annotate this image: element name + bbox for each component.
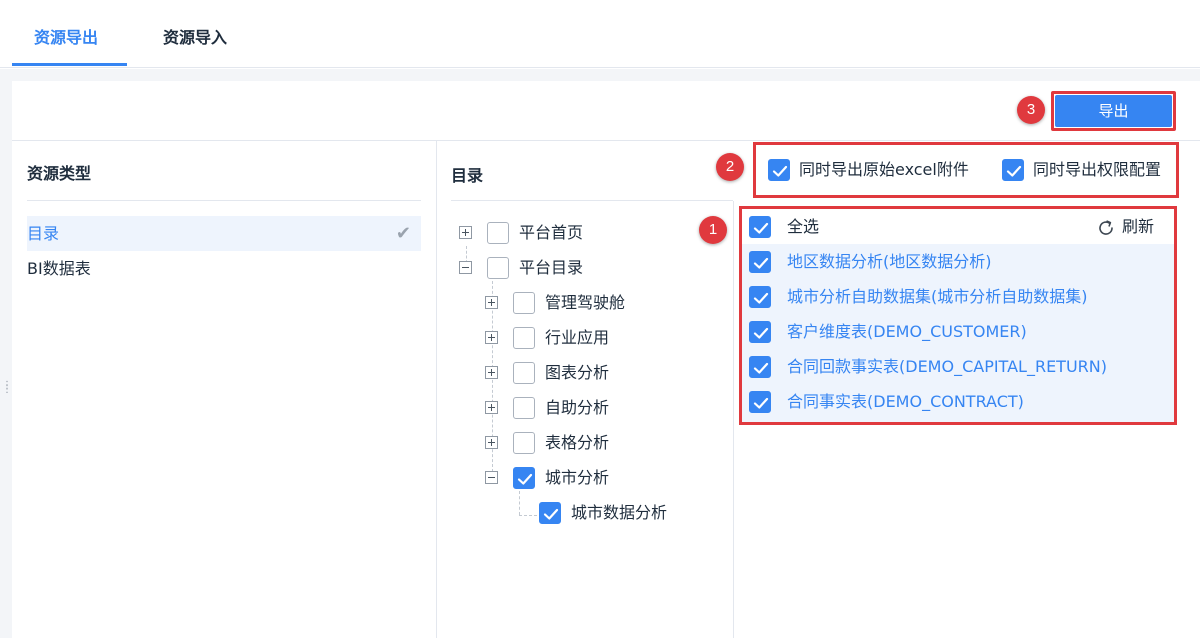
collapse-icon[interactable] — [485, 471, 498, 484]
expand-icon[interactable] — [485, 331, 498, 344]
checkbox-export-permission-config[interactable] — [1002, 159, 1024, 181]
checkbox-list-item[interactable] — [749, 251, 771, 273]
checkbox-select-all[interactable] — [749, 216, 771, 238]
directory-title: 目录 — [451, 166, 484, 185]
list-item-label[interactable]: 地区数据分析(地区数据分析) — [787, 251, 992, 273]
column-divider-2 — [733, 201, 734, 638]
type-item-bi-table[interactable]: BI数据表 — [27, 251, 421, 286]
tree-node-label[interactable]: 平台首页 — [519, 222, 583, 244]
resize-grip-icon[interactable]: ⋮ ⋮ — [2, 381, 12, 395]
tree-node-label[interactable]: 行业应用 — [545, 327, 609, 349]
check-icon — [753, 397, 769, 409]
check-icon — [772, 165, 788, 177]
checkbox-chart-analysis[interactable] — [513, 362, 535, 384]
export-permission-config-label[interactable]: 同时导出权限配置 — [1033, 159, 1161, 181]
resource-type-title: 资源类型 — [27, 164, 92, 183]
expand-icon[interactable] — [485, 401, 498, 414]
export-excel-attachment-label[interactable]: 同时导出原始excel附件 — [799, 159, 969, 181]
step-badge-3: 3 — [1017, 96, 1045, 124]
tree-node-label[interactable]: 自助分析 — [545, 397, 609, 419]
type-header-divider — [27, 200, 421, 201]
tree-connector — [519, 515, 537, 516]
checkbox-city-data-analysis[interactable] — [539, 502, 561, 524]
checkbox-table-analysis[interactable] — [513, 432, 535, 454]
step-badge-1: 1 — [699, 216, 727, 244]
checkbox-list-item[interactable] — [749, 356, 771, 378]
type-item-label: BI数据表 — [27, 259, 91, 278]
check-icon — [753, 327, 769, 339]
tree-node-label[interactable]: 图表分析 — [545, 362, 609, 384]
step-badge-2: 2 — [716, 153, 744, 181]
refresh-icon — [1099, 220, 1113, 235]
list-item-label[interactable]: 合同回款事实表(DEMO_CAPITAL_RETURN) — [787, 356, 1107, 378]
checkbox-platform-directory[interactable] — [487, 257, 509, 279]
expand-icon[interactable] — [485, 436, 498, 449]
checkbox-industry-apps[interactable] — [513, 327, 535, 349]
check-icon — [753, 257, 769, 269]
check-icon — [753, 292, 769, 304]
check-icon — [753, 222, 769, 234]
checkbox-list-item[interactable] — [749, 321, 771, 343]
expand-icon[interactable] — [485, 296, 498, 309]
list-item-label[interactable]: 合同事实表(DEMO_CONTRACT) — [787, 391, 1024, 413]
list-item-label[interactable]: 客户维度表(DEMO_CUSTOMER) — [787, 321, 1027, 343]
checkbox-list-item[interactable] — [749, 286, 771, 308]
expand-icon[interactable] — [485, 366, 498, 379]
checkbox-export-excel-attachment[interactable] — [768, 159, 790, 181]
checkbox-list-item[interactable] — [749, 391, 771, 413]
selected-check-icon: ✔ — [395, 223, 411, 244]
check-icon — [517, 473, 533, 485]
header-divider — [12, 140, 1200, 141]
tree-node-label[interactable]: 管理驾驶舱 — [545, 292, 625, 314]
tab-resource-export[interactable]: 资源导出 — [34, 26, 98, 56]
tree-node-label[interactable]: 表格分析 — [545, 432, 609, 454]
tree-node-label[interactable]: 城市分析 — [545, 467, 609, 489]
type-item-directory[interactable]: 目录 ✔ — [27, 216, 421, 251]
checkbox-self-service-analysis[interactable] — [513, 397, 535, 419]
list-item-label[interactable]: 城市分析自助数据集(城市分析自助数据集) — [787, 286, 1088, 308]
checkbox-city-analysis[interactable] — [513, 467, 535, 489]
tree-node-label[interactable]: 城市数据分析 — [571, 502, 667, 524]
tree-connector — [519, 491, 520, 515]
check-icon — [753, 362, 769, 374]
checkbox-management-cockpit[interactable] — [513, 292, 535, 314]
active-tab-indicator — [12, 63, 127, 66]
tab-bar: 资源导出 资源导入 — [0, 0, 1200, 68]
check-icon — [1006, 165, 1022, 177]
collapse-icon[interactable] — [459, 261, 472, 274]
checkbox-platform-home[interactable] — [487, 222, 509, 244]
refresh-label: 刷新 — [1122, 217, 1155, 236]
export-button[interactable]: 导出 — [1055, 95, 1172, 127]
column-divider-1 — [436, 141, 437, 638]
type-item-label: 目录 — [27, 224, 60, 243]
directory-header-divider — [451, 200, 733, 201]
expand-icon[interactable] — [459, 226, 472, 239]
tab-resource-import[interactable]: 资源导入 — [163, 26, 227, 56]
tree-node-label[interactable]: 平台目录 — [519, 257, 583, 279]
check-icon — [543, 508, 559, 520]
select-all-label[interactable]: 全选 — [787, 216, 819, 238]
